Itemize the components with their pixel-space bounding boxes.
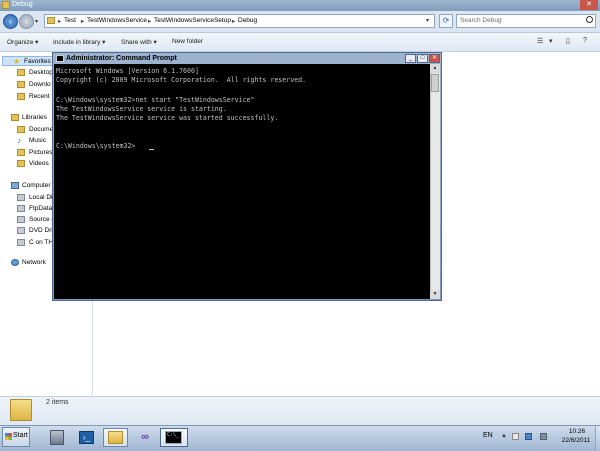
drive-icon xyxy=(17,216,25,223)
nav-documents[interactable]: Docume xyxy=(29,126,53,133)
console-icon: C:\_ xyxy=(165,431,182,444)
scroll-up-icon[interactable]: ▲ xyxy=(430,64,440,73)
nav-recent[interactable]: Recent xyxy=(29,93,50,100)
libraries-icon xyxy=(11,114,19,121)
chevron-down-icon[interactable]: ▾ xyxy=(549,37,559,45)
explorer-titlebar[interactable] xyxy=(0,0,600,11)
volume-icon[interactable] xyxy=(540,433,547,440)
details-pane xyxy=(0,396,600,426)
include-in-library-button[interactable]: Include in library ▾ xyxy=(53,38,105,46)
nav-ftpdata[interactable]: FtpData xyxy=(29,205,52,212)
scrollbar-thumb[interactable] xyxy=(431,74,439,92)
breadcrumb-testwindowsservice[interactable]: TestWindowsService xyxy=(87,17,147,24)
console-icon[interactable] xyxy=(56,55,64,62)
view-options-icon[interactable]: ☰ xyxy=(537,37,547,45)
chevron-right-icon[interactable]: ▸ xyxy=(58,17,61,25)
console-prompt: C:\Windows\system32> xyxy=(56,142,136,150)
breadcrumb-test[interactable]: Test xyxy=(64,17,76,24)
nav-network[interactable]: Network xyxy=(22,259,46,266)
language-indicator[interactable]: EN xyxy=(483,432,493,439)
include-in-library-label: Include in library xyxy=(53,39,101,46)
recent-places-icon xyxy=(17,93,25,100)
folder-icon xyxy=(2,1,10,9)
console-line: Microsoft Windows [Version 6.1.7600] xyxy=(56,67,199,75)
close-button[interactable]: ✕ xyxy=(429,54,440,63)
network-status-icon[interactable] xyxy=(525,433,532,440)
show-desktop-button[interactable] xyxy=(595,426,600,450)
command-prompt-title: Administrator: Command Prompt xyxy=(66,55,177,62)
chevron-right-icon[interactable]: ▸ xyxy=(232,17,235,25)
star-icon: ★ xyxy=(13,57,21,66)
nav-pictures[interactable]: Pictures xyxy=(29,149,52,156)
vertical-scrollbar[interactable] xyxy=(430,64,440,299)
network-drive-icon xyxy=(17,239,25,246)
scroll-down-icon[interactable]: ▼ xyxy=(430,290,440,299)
maximize-button[interactable]: □ xyxy=(417,54,428,63)
videos-icon xyxy=(17,160,25,167)
network-icon xyxy=(11,259,19,266)
documents-icon xyxy=(17,126,25,133)
nav-music[interactable]: Music xyxy=(29,137,46,144)
minimize-button[interactable]: _ xyxy=(405,54,416,63)
nav-videos[interactable]: Videos xyxy=(29,160,49,167)
show-hidden-icons-icon[interactable]: ▲ xyxy=(501,433,508,440)
clock-time[interactable]: 10:26 xyxy=(562,428,592,435)
help-icon[interactable]: ? xyxy=(583,37,593,45)
nav-desktop[interactable]: Desktop xyxy=(29,69,53,76)
refresh-button[interactable]: ⟳ xyxy=(439,14,453,28)
drive-icon xyxy=(17,205,25,212)
chevron-right-icon[interactable]: ▸ xyxy=(148,17,151,25)
desktop-icon xyxy=(17,69,25,76)
clock-date[interactable]: 22/6/2011 xyxy=(556,437,596,444)
share-with-label: Share with xyxy=(121,39,152,46)
breadcrumb-testwindowsservicesetup[interactable]: TestWindowsServiceSetup xyxy=(154,17,231,24)
powershell-icon: ›_ xyxy=(79,431,94,444)
console-line: The TestWindowsService service is starti… xyxy=(56,105,227,113)
items-count: 2 items xyxy=(46,399,69,406)
preview-pane-icon[interactable]: ▯ xyxy=(566,37,576,45)
music-icon: ♪ xyxy=(17,136,21,145)
nav-computer[interactable]: Computer xyxy=(22,182,51,189)
folder-icon xyxy=(108,431,123,444)
organize-button[interactable]: Organize ▾ xyxy=(7,38,38,46)
console-line: C:\Windows\system32>net start "TestWindo… xyxy=(56,96,255,104)
address-history-chevron-down-icon[interactable]: ▾ xyxy=(426,17,429,24)
folder-icon xyxy=(10,399,32,421)
visual-studio-icon: ∞ xyxy=(141,431,149,443)
search-icon xyxy=(586,16,593,23)
folder-icon xyxy=(47,17,55,24)
pictures-icon xyxy=(17,149,25,156)
back-button[interactable]: ‹ xyxy=(3,14,18,29)
nav-libraries[interactable]: Libraries xyxy=(22,114,47,121)
nav-local-disk[interactable]: Local Di xyxy=(29,194,52,201)
local-disk-icon xyxy=(17,194,25,201)
console-line: Copyright (c) 2009 Microsoft Corporation… xyxy=(56,76,307,84)
nav-source[interactable]: Source ( xyxy=(29,216,54,223)
computer-icon xyxy=(11,182,19,189)
action-center-flag-icon[interactable] xyxy=(512,433,519,440)
organize-label: Organize xyxy=(7,39,34,46)
dvd-drive-icon xyxy=(17,227,25,234)
start-label: Start xyxy=(13,432,28,439)
nav-favorites[interactable]: Favorites xyxy=(24,58,51,65)
search-input[interactable]: Search Debug xyxy=(460,17,502,24)
nav-c-on-th[interactable]: C on TH xyxy=(29,239,53,246)
share-with-button[interactable]: Share with ▾ xyxy=(121,38,157,46)
text-cursor xyxy=(149,149,154,150)
recent-pages-chevron-down-icon[interactable]: ▾ xyxy=(35,18,38,25)
close-button[interactable]: ✕ xyxy=(580,0,598,10)
nav-downloads[interactable]: Downlo xyxy=(29,81,51,88)
console-line: The TestWindowsService service was start… xyxy=(56,114,279,122)
windows-logo-icon xyxy=(5,433,12,440)
nav-dvd-drive[interactable]: DVD Dri xyxy=(29,227,53,234)
chevron-right-icon[interactable]: ▸ xyxy=(81,17,84,25)
window-title: Debug xyxy=(12,1,33,8)
downloads-icon xyxy=(17,81,25,88)
breadcrumb-debug[interactable]: Debug xyxy=(238,17,257,24)
forward-button[interactable]: › xyxy=(19,14,34,29)
new-folder-button[interactable]: New folder xyxy=(172,38,203,45)
server-manager-icon xyxy=(50,430,64,445)
